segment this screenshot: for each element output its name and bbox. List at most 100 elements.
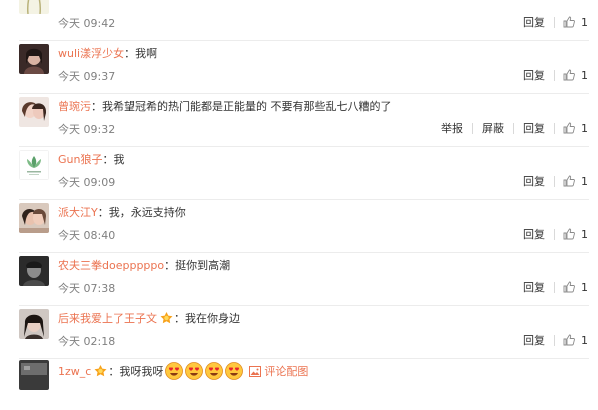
comment-image-link[interactable]: 评论配图 [249,365,308,378]
comment-line: 农夫三拳doepppppo：挺你到高潮 [58,258,230,273]
colon: ： [91,100,102,113]
username-link[interactable]: Gun狼子 [58,153,102,166]
reply-button[interactable]: 回复 [522,67,546,83]
comment-item: 派大江Y：我，永远支持你 今天 08:40 回复 1 [0,200,598,253]
username-link[interactable]: 后来我爱上了王子文 [58,312,157,325]
reply-button[interactable]: 回复 [522,279,546,295]
thumbs-up-icon [563,175,575,187]
colon: ： [102,153,114,166]
like-button[interactable]: 1 [563,334,588,347]
avatar[interactable] [19,309,49,339]
avatar[interactable] [19,0,49,14]
comment-item: 今天 09:42 回复 1 [0,0,598,41]
reply-button[interactable]: 回复 [522,226,546,242]
comment-item: 1zw_c ：我呀我呀 评论配图 [0,357,598,410]
divider [554,16,555,28]
heart-eyes-emoji [225,362,244,380]
comment-line: wuli漾浮少女：我啊 [58,46,157,61]
comment-actions: 举报 屏蔽 回复 1 [440,120,588,136]
like-count: 1 [581,333,588,347]
like-button[interactable]: 1 [563,281,588,294]
comment-line: 1zw_c ：我呀我呀 评论配图 [58,362,308,380]
comment-text: 挺你到高潮 [175,259,231,272]
comment-actions: 回复 1 [522,14,588,30]
like-count: 1 [581,174,588,188]
comment-actions: 回复 1 [522,332,588,348]
colon: ： [124,47,136,60]
reply-button[interactable]: 回复 [522,332,546,348]
thumbs-up-icon [563,228,575,240]
heart-eyes-emoji [165,362,184,380]
divider [554,122,555,134]
username-link[interactable]: 农夫三拳doepppppo [58,259,164,272]
reply-button[interactable]: 回复 [522,120,546,136]
username-link[interactable]: 1zw_c [58,365,91,378]
vip-badge-icon[interactable] [93,364,108,378]
comment-text: 我希望冠希的热门能都是正能量的 不要有那些乱七八糟的了 [102,100,392,113]
thumbs-up-icon [563,334,575,346]
comment-item: 后来我爱上了王子文 ：我在你身边 今天 02:18 回复 1 [0,306,598,359]
comment-text: 我啊 [135,47,158,60]
comment-time: 今天 09:37 [58,70,116,83]
divider [513,122,514,134]
comment-line: Gun狼子：我 [58,152,124,167]
comment-item: 农夫三拳doepppppo：挺你到高潮 今天 07:38 回复 1 [0,253,598,306]
report-button[interactable]: 举报 [440,120,464,136]
thumbs-up-icon [563,122,575,134]
vip-badge-icon[interactable] [159,311,174,325]
comment-line: 曾琬污：我希望冠希的热门能都是正能量的 不要有那些乱七八糟的了 [58,99,392,114]
comment-actions: 回复 1 [522,226,588,242]
divider [554,228,555,240]
comment-item: wuli漾浮少女：我啊 今天 09:37 回复 1 [0,41,598,94]
avatar[interactable] [19,203,49,233]
heart-eyes-emoji [185,362,204,380]
like-count: 1 [581,280,588,294]
block-button[interactable]: 屏蔽 [481,120,505,136]
reply-button[interactable]: 回复 [522,14,546,30]
like-button[interactable]: 1 [563,175,588,188]
username-link[interactable]: 派大江Y [58,206,98,219]
comment-line: 后来我爱上了王子文 ：我在你身边 [58,311,240,326]
colon: ： [97,206,109,219]
comment-actions: 回复 1 [522,279,588,295]
divider [472,122,473,134]
comment-text: 我在你身边 [185,312,240,325]
comment-text: 我呀我呀 [119,365,164,378]
avatar[interactable] [19,256,49,286]
comment-time: 今天 07:38 [58,282,116,295]
thumbs-up-icon [563,281,575,293]
comment-text: 我 [113,153,125,166]
comment-list: 今天 09:42 回复 1 wuli漾浮少女：我啊 今天 09:37 回复 1 [0,0,598,390]
comment-line: 派大江Y：我，永远支持你 [58,205,186,220]
comment-image-link-label: 评论配图 [264,365,309,378]
comment-time: 今天 09:42 [58,17,116,30]
username-link[interactable]: 曾琬污 [58,100,91,113]
avatar[interactable] [19,44,49,74]
heart-eyes-emoji [205,362,224,380]
colon: ： [174,312,185,325]
comment-actions: 回复 1 [522,173,588,189]
image-icon [249,366,262,377]
divider [554,175,555,187]
avatar[interactable] [19,360,49,390]
comment-actions: 回复 1 [522,67,588,83]
divider [554,334,555,346]
like-count: 1 [581,121,588,135]
divider [554,69,555,81]
colon: ： [108,365,120,378]
avatar[interactable] [19,150,49,180]
like-button[interactable]: 1 [563,16,588,29]
like-button[interactable]: 1 [563,228,588,241]
reply-button[interactable]: 回复 [522,173,546,189]
like-count: 1 [581,68,588,82]
thumbs-up-icon [563,69,575,81]
comment-time: 今天 09:32 [58,123,116,136]
like-button[interactable]: 1 [563,122,588,135]
colon: ： [164,259,176,272]
avatar[interactable] [19,97,49,127]
like-count: 1 [581,227,588,241]
username-link[interactable]: wuli漾浮少女 [58,47,124,60]
like-button[interactable]: 1 [563,69,588,82]
comment-time: 今天 02:18 [58,335,116,348]
comment-item: Gun狼子：我 今天 09:09 回复 1 [0,147,598,200]
